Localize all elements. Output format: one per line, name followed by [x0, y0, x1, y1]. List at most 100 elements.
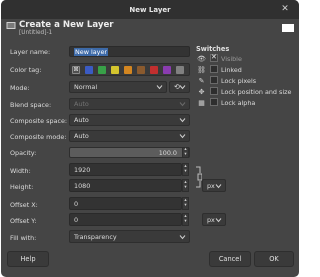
spin-up-icon: ▴: [184, 179, 187, 185]
close-icon[interactable]: ✕: [279, 3, 291, 15]
height-value: 1080: [74, 181, 91, 190]
lock-position-label: Lock position and size: [221, 88, 292, 96]
offset-x-label: Offset X:: [10, 201, 38, 209]
width-spinner[interactable]: ▴ ▾: [182, 163, 189, 176]
color-tag-label: Color tag:: [10, 66, 42, 74]
layer-name-label: Layer name:: [10, 48, 51, 56]
spin-down-icon: ▾: [184, 169, 187, 175]
color-brown-swatch[interactable]: [137, 66, 145, 74]
blend-space-value: Auto: [74, 100, 89, 108]
lock-alpha-label: Lock alpha: [221, 99, 256, 107]
lock-position-checkbox[interactable]: [210, 87, 218, 95]
chain-icon: ⛓: [197, 65, 206, 74]
spin-down-icon: ▾: [184, 151, 187, 157]
title-bar: New Layer ✕: [1, 0, 299, 19]
chevron-down-icon: [215, 217, 222, 222]
color-none-swatch[interactable]: ⊠: [72, 66, 80, 74]
cancel-button[interactable]: Cancel: [209, 251, 251, 267]
offset-y-label: Offset Y:: [10, 217, 37, 225]
layer-icon: [6, 22, 16, 29]
checkerboard-icon: ▦: [198, 98, 205, 107]
spin-down-icon: ▾: [184, 185, 187, 191]
color-red-swatch[interactable]: [150, 66, 158, 74]
switches-heading: Switches: [196, 45, 230, 53]
chevron-down-icon: [179, 118, 186, 123]
color-green-swatch[interactable]: [98, 66, 106, 74]
composite-space-label: Composite space:: [10, 117, 68, 125]
offset-y-value: 0: [74, 215, 79, 224]
ok-button[interactable]: OK: [254, 251, 294, 267]
fill-with-value: Transparency: [74, 232, 117, 241]
color-violet-swatch[interactable]: [163, 66, 171, 74]
composite-mode-select[interactable]: Auto: [69, 130, 190, 142]
eye-icon: 👁: [197, 54, 206, 63]
mode-label: Mode:: [10, 84, 30, 92]
opacity-value: 100.0: [158, 149, 177, 157]
mode-select[interactable]: Normal: [69, 81, 167, 93]
spin-down-icon: ▾: [184, 219, 187, 225]
color-orange-swatch[interactable]: [124, 66, 132, 74]
opacity-slider[interactable]: 100.0: [69, 147, 190, 158]
composite-space-value: Auto: [74, 116, 89, 124]
color-yellow-swatch[interactable]: [111, 66, 119, 74]
offset-x-spinner[interactable]: ▴ ▾: [182, 197, 189, 210]
fill-with-select[interactable]: Transparency: [69, 230, 190, 243]
lock-alpha-checkbox[interactable]: [210, 98, 218, 106]
composite-space-select[interactable]: Auto: [69, 114, 190, 126]
chevron-down-icon: [156, 85, 163, 90]
height-input[interactable]: 1080: [69, 179, 182, 192]
color-gray-swatch[interactable]: [176, 66, 184, 74]
image-thumbnail: [282, 24, 294, 32]
header-subtitle: [Untitled]-1: [19, 30, 53, 36]
height-label: Height:: [10, 183, 34, 191]
new-layer-dialog: New Layer ✕ Create a New Layer [Untitled…: [1, 0, 299, 277]
spin-up-icon: ▴: [184, 197, 187, 203]
offset-x-value: 0: [74, 199, 79, 208]
window-title: New Layer: [129, 5, 171, 14]
brush-icon: ✎: [198, 76, 205, 85]
offset-x-input[interactable]: 0: [69, 197, 182, 210]
width-label: Width:: [10, 167, 31, 175]
chevron-down-icon: [179, 234, 186, 239]
height-spinner[interactable]: ▴ ▾: [182, 179, 189, 192]
composite-mode-value: Auto: [74, 132, 89, 140]
help-button[interactable]: Help: [7, 251, 49, 267]
offset-unit-select[interactable]: px: [202, 213, 226, 226]
header-title: Create a New Layer: [19, 20, 114, 30]
chevron-down-icon: [179, 134, 186, 139]
size-unit-select[interactable]: px: [202, 179, 226, 192]
layer-name-value: New layer: [74, 47, 109, 56]
lock-pixels-checkbox[interactable]: [210, 76, 218, 84]
fill-with-label: Fill with:: [10, 234, 37, 242]
width-input[interactable]: 1920: [69, 163, 182, 176]
spin-up-icon: ▴: [184, 213, 187, 219]
chain-link-icon[interactable]: [194, 164, 202, 190]
size-unit-value: px: [207, 181, 215, 190]
chevron-down-icon: [179, 85, 186, 90]
chevron-down-icon: [215, 183, 222, 188]
visible-label: Visible: [221, 55, 242, 63]
linked-checkbox[interactable]: [210, 65, 218, 73]
offset-y-spinner[interactable]: ▴ ▾: [182, 213, 189, 226]
checkmark-icon: ✕: [211, 53, 217, 61]
dialog-header: Create a New Layer [Untitled]-1: [6, 20, 296, 38]
opacity-spinner[interactable]: ▴ ▾: [182, 147, 189, 158]
mode-reset-button[interactable]: ⟲: [169, 81, 190, 93]
linked-label: Linked: [221, 66, 242, 74]
opacity-label: Opacity:: [10, 149, 37, 157]
blend-space-label: Blend space:: [10, 101, 52, 109]
chevron-down-icon: [179, 102, 186, 107]
composite-mode-label: Composite mode:: [10, 133, 67, 141]
offset-unit-value: px: [207, 215, 215, 224]
color-blue-swatch[interactable]: [85, 66, 93, 74]
visible-checkbox[interactable]: ✕: [210, 53, 218, 62]
blend-space-select[interactable]: Auto: [69, 98, 190, 110]
spin-down-icon: ▾: [184, 203, 187, 209]
spin-up-icon: ▴: [184, 163, 187, 169]
move-icon: ✥: [198, 87, 205, 96]
lock-pixels-label: Lock pixels: [221, 77, 257, 85]
width-value: 1920: [74, 165, 91, 174]
mode-value: Normal: [74, 83, 98, 91]
layer-name-input[interactable]: New layer: [69, 46, 190, 57]
offset-y-input[interactable]: 0: [69, 213, 182, 226]
